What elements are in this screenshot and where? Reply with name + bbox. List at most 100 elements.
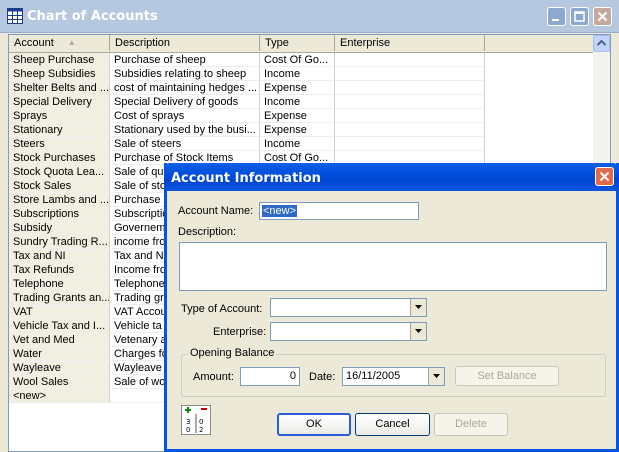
table-row[interactable]: Sheep Subsidies Subsidies relating to she…	[9, 67, 595, 81]
cell-type[interactable]: Income	[260, 95, 335, 109]
cell-account[interactable]: Telephone	[9, 277, 110, 291]
calculator-glyph: 3 0 0 2	[185, 407, 207, 434]
enterprise-select[interactable]	[270, 322, 427, 341]
main-window-title: Chart of Accounts	[27, 9, 158, 24]
amount-label: Amount:	[193, 371, 234, 383]
account-name-label: Account Name:	[178, 205, 254, 217]
svg-text:0: 0	[199, 418, 203, 426]
cell-account[interactable]: Stock Sales	[9, 179, 110, 193]
cell-description[interactable]: Subsidies relating to sheep	[110, 67, 260, 81]
cell-type[interactable]: Cost Of Go...	[260, 53, 335, 67]
opening-balance-label: Opening Balance	[188, 347, 277, 359]
chevron-down-icon	[433, 374, 440, 378]
cancel-button[interactable]: Cancel	[355, 413, 430, 436]
table-row[interactable]: Sheep Purchase Purchase of sheep Cost Of G…	[9, 53, 595, 67]
table-row[interactable]: Special Delivery Special Delivery of good…	[9, 95, 595, 109]
main-titlebar[interactable]: Chart of Accounts	[0, 0, 619, 33]
cell-enterprise[interactable]	[335, 81, 485, 95]
table-row[interactable]: Sprays Cost of sprays Expense	[9, 109, 595, 123]
cell-description[interactable]: Sale of steers	[110, 137, 260, 151]
cell-account[interactable]: Subsidy	[9, 221, 110, 235]
cell-account[interactable]: Wayleave	[9, 361, 110, 375]
cell-account[interactable]: Tax Refunds	[9, 263, 110, 277]
cancel-label: Cancel	[375, 418, 410, 430]
cell-enterprise[interactable]	[335, 95, 485, 109]
cell-account[interactable]: Wool Sales	[9, 375, 110, 389]
type-of-account-select[interactable]	[270, 298, 427, 317]
dialog-title: Account Information	[171, 171, 321, 186]
calculator-icon[interactable]: 3 0 0 2	[181, 405, 211, 435]
cell-account[interactable]: Trading Grants an...	[9, 291, 110, 305]
delete-button[interactable]: Delete	[434, 413, 508, 436]
cell-account[interactable]: Sprays	[9, 109, 110, 123]
amount-input[interactable]: 0	[240, 367, 300, 386]
cell-description[interactable]: Cost of sprays	[110, 109, 260, 123]
description-label: Description:	[178, 226, 237, 238]
cell-account[interactable]: Water	[9, 347, 110, 361]
cell-type[interactable]: Income	[260, 137, 335, 151]
cell-enterprise[interactable]	[335, 123, 485, 137]
cell-enterprise[interactable]	[335, 137, 485, 151]
scroll-up-button[interactable]	[593, 35, 610, 52]
cell-account[interactable]: Vet and Med	[9, 333, 110, 347]
column-header-enterprise[interactable]: Enterprise	[335, 35, 485, 51]
table-row[interactable]: Shelter Belts and ... cost of maintaining…	[9, 81, 595, 95]
main-close-button[interactable]	[593, 7, 612, 26]
dialog-titlebar[interactable]: Account Information	[164, 163, 619, 191]
date-dropdown-button[interactable]	[428, 368, 444, 385]
svg-text:2: 2	[199, 426, 203, 434]
cell-account[interactable]: Sheep Subsidies	[9, 67, 110, 81]
ok-button[interactable]: OK	[277, 413, 351, 436]
cell-account[interactable]: Sundry Trading R...	[9, 235, 110, 249]
cell-account[interactable]: Stationary	[9, 123, 110, 137]
close-icon	[599, 171, 610, 182]
maximize-button[interactable]	[570, 7, 589, 26]
column-header-account-label: Account	[14, 37, 54, 49]
cell-type[interactable]: Expense	[260, 81, 335, 95]
cell-enterprise[interactable]	[335, 109, 485, 123]
minimize-icon	[552, 19, 559, 21]
cell-account[interactable]: <new>	[9, 389, 110, 403]
column-header-account[interactable]: Account ▲	[9, 35, 110, 51]
cell-account[interactable]: Tax and NI	[9, 249, 110, 263]
cell-account[interactable]: Special Delivery	[9, 95, 110, 109]
close-icon	[597, 11, 608, 22]
enterprise-label: Enterprise:	[213, 326, 267, 338]
cell-account[interactable]: Subscriptions	[9, 207, 110, 221]
cell-type[interactable]: Expense	[260, 109, 335, 123]
cell-account[interactable]: Store Lambs and ...	[9, 193, 110, 207]
table-row[interactable]: Stationary Stationary used by the busi...…	[9, 123, 595, 137]
cell-account[interactable]: Sheep Purchase	[9, 53, 110, 67]
cell-account[interactable]: VAT	[9, 305, 110, 319]
table-row[interactable]: Steers Sale of steers Income	[9, 137, 595, 151]
date-value: 16/11/2005	[346, 370, 401, 382]
cell-description[interactable]: Stationary used by the busi...	[110, 123, 260, 137]
type-of-account-label: Type of Account:	[181, 303, 263, 315]
dialog-close-button[interactable]	[595, 167, 614, 186]
cell-description[interactable]: Special Delivery of goods	[110, 95, 260, 109]
sort-ascending-icon: ▲	[67, 38, 76, 47]
type-dropdown-button[interactable]	[410, 299, 426, 316]
enterprise-dropdown-button[interactable]	[410, 323, 426, 340]
account-name-input[interactable]: <new>	[259, 202, 419, 220]
column-header-type[interactable]: Type	[260, 35, 335, 51]
description-textarea[interactable]	[179, 242, 607, 291]
cell-enterprise[interactable]	[335, 53, 485, 67]
column-header-description[interactable]: Description	[110, 35, 260, 51]
cell-account[interactable]: Vehicle Tax and I...	[9, 319, 110, 333]
cell-account[interactable]: Stock Quota Lea...	[9, 165, 110, 179]
date-label: Date:	[309, 371, 336, 383]
cell-description[interactable]: cost of maintaining hedges ...	[110, 81, 260, 95]
ok-label: OK	[306, 418, 322, 430]
cell-type[interactable]: Expense	[260, 123, 335, 137]
cell-description[interactable]: Purchase of sheep	[110, 53, 260, 67]
cell-account[interactable]: Shelter Belts and ...	[9, 81, 110, 95]
cell-account[interactable]: Stock Purchases	[9, 151, 110, 165]
date-picker[interactable]: 16/11/2005	[342, 367, 445, 386]
minimize-button[interactable]	[547, 7, 566, 26]
cell-account[interactable]: Steers	[9, 137, 110, 151]
cell-enterprise[interactable]	[335, 67, 485, 81]
cell-type[interactable]: Income	[260, 67, 335, 81]
account-information-dialog: Account Information Account Name: <new> …	[164, 163, 619, 452]
set-balance-button[interactable]: Set Balance	[455, 366, 559, 386]
